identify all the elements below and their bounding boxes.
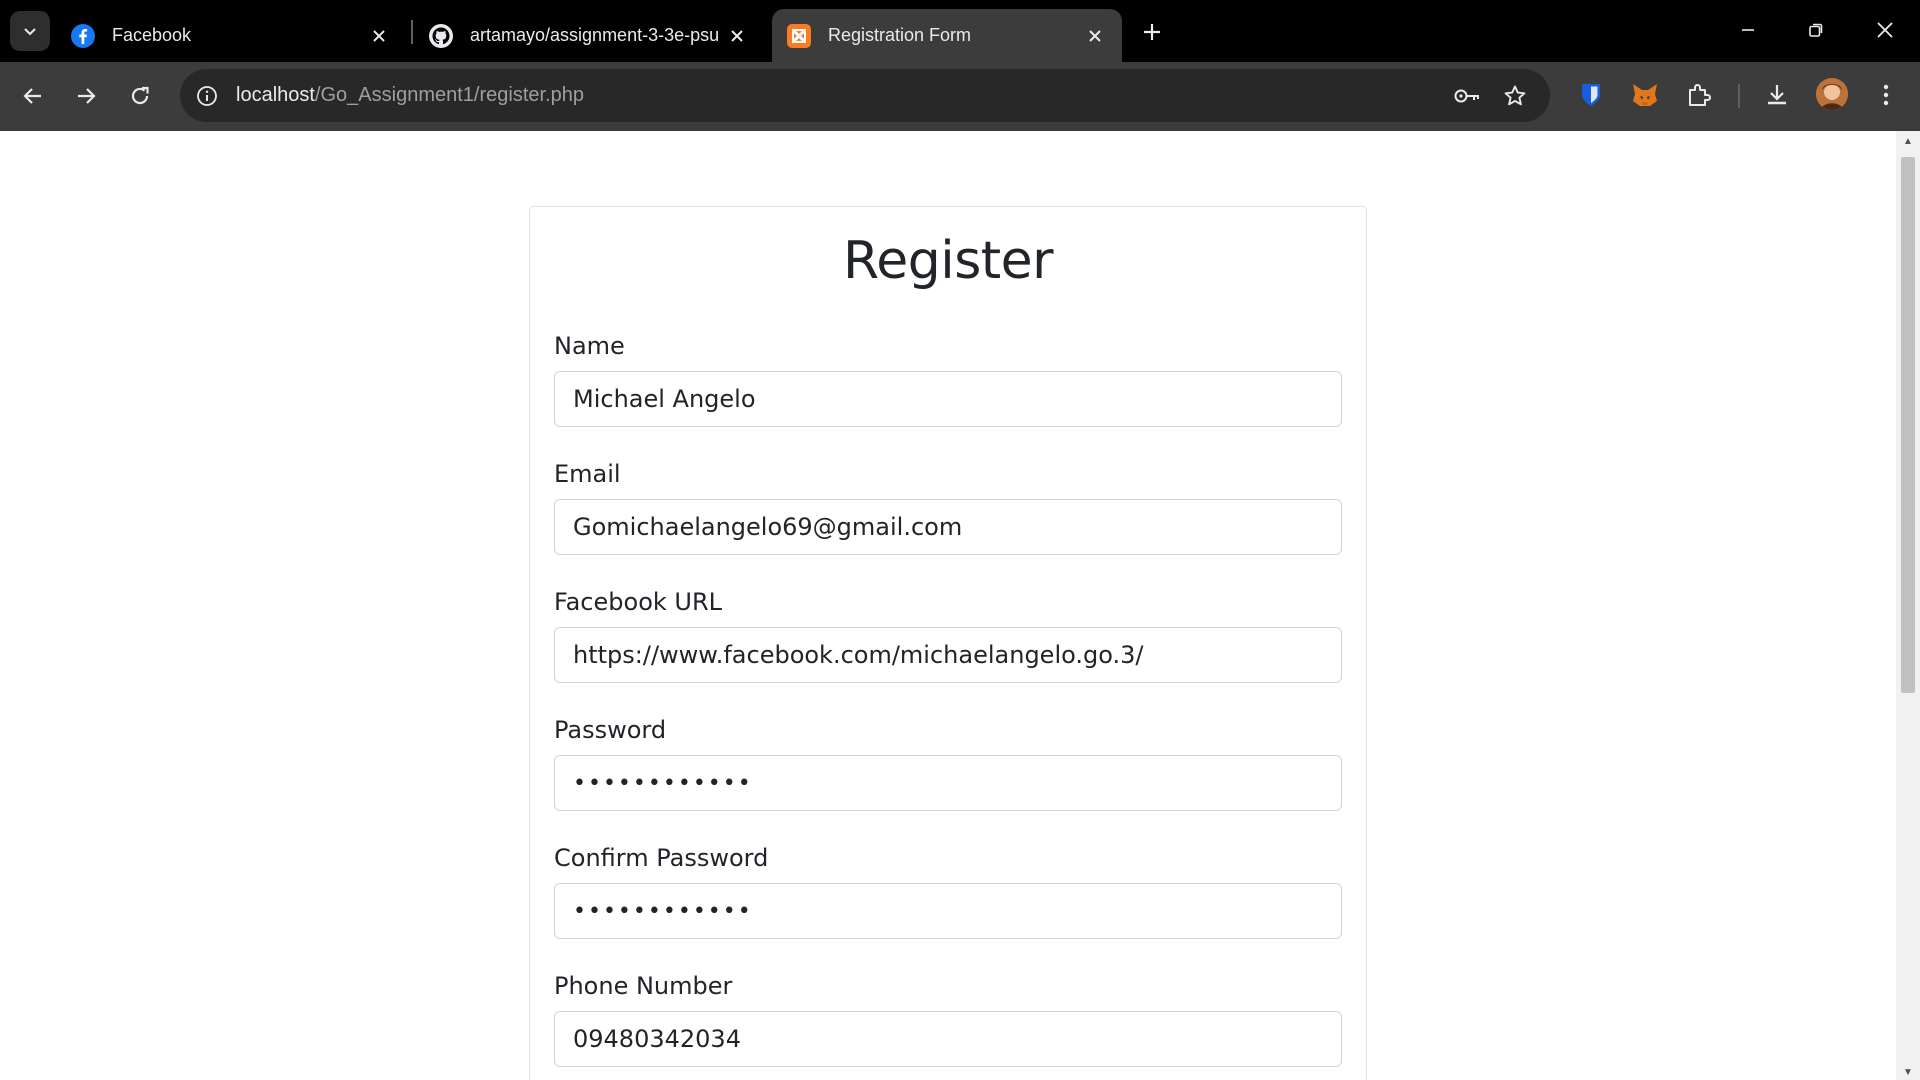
- password-label: Password: [554, 716, 667, 744]
- email-field: Email Gomichaelangelo69@gmail.com: [554, 459, 1342, 555]
- confirm-password-input[interactable]: ••••••••••••: [554, 883, 1342, 939]
- phone-number-label: Phone Number: [554, 972, 733, 1000]
- bitwarden-extension-icon[interactable]: [1572, 76, 1610, 114]
- close-icon[interactable]: [724, 23, 750, 49]
- url-path: /Go_Assignment1/register.php: [314, 84, 584, 106]
- new-tab-button[interactable]: [1134, 14, 1170, 50]
- plus-icon: [1144, 24, 1160, 40]
- tab-search-button[interactable]: [10, 11, 50, 51]
- reload-button[interactable]: [120, 76, 160, 116]
- confirm-password-field: Confirm Password ••••••••••••: [554, 843, 1342, 939]
- phone-number-field: Phone Number 09480342034: [554, 971, 1342, 1067]
- metamask-extension-icon[interactable]: [1626, 76, 1664, 114]
- arrow-left-icon: [23, 88, 41, 104]
- tab-github[interactable]: artamayo/assignment-3-3e-psu: [428, 9, 758, 62]
- arrow-right-icon: [78, 88, 96, 104]
- minimize-icon: [1742, 29, 1754, 31]
- reload-icon: [131, 86, 149, 105]
- profile-avatar[interactable]: [1816, 78, 1848, 110]
- close-window-button[interactable]: [1862, 10, 1908, 50]
- register-form-card: Register Name Michael Angelo Email Gomic…: [529, 206, 1367, 1080]
- menu-kebab-icon[interactable]: [1867, 76, 1905, 114]
- scroll-up-arrow-icon[interactable]: ▲: [1896, 131, 1920, 151]
- downloads-icon[interactable]: [1758, 76, 1796, 114]
- confirm-password-label: Confirm Password: [554, 844, 769, 872]
- password-input[interactable]: ••••••••••••: [554, 755, 1342, 811]
- scroll-down-arrow-icon[interactable]: ▼: [1896, 1062, 1920, 1080]
- facebook-url-label: Facebook URL: [554, 588, 723, 616]
- back-button[interactable]: [13, 76, 53, 116]
- page-viewport: Register Name Michael Angelo Email Gomic…: [0, 129, 1920, 1080]
- close-icon: [1877, 22, 1893, 38]
- name-label: Name: [554, 332, 625, 360]
- forward-button[interactable]: [66, 76, 106, 116]
- scroll-thumb[interactable]: [1901, 157, 1915, 693]
- phone-number-input[interactable]: 09480342034: [554, 1011, 1342, 1067]
- tab-title: Facebook: [112, 25, 192, 45]
- facebook-icon: [70, 23, 96, 49]
- facebook-url-input[interactable]: https://www.facebook.com/michaelangelo.g…: [554, 627, 1342, 683]
- restore-button[interactable]: [1793, 10, 1839, 50]
- password-key-icon[interactable]: [1452, 81, 1482, 111]
- github-icon: [428, 23, 454, 49]
- avatar-image: [1816, 78, 1848, 110]
- email-input[interactable]: Gomichaelangelo69@gmail.com: [554, 499, 1342, 555]
- close-icon[interactable]: [366, 23, 392, 49]
- email-label: Email: [554, 460, 621, 488]
- restore-icon: [1809, 23, 1823, 37]
- site-info-icon[interactable]: [192, 81, 222, 111]
- tab-facebook[interactable]: Facebook: [70, 9, 400, 62]
- browser-toolbar: localhost/Go_Assignment1/register.php: [0, 62, 1920, 129]
- chevron-down-icon: [24, 28, 36, 36]
- extensions-puzzle-icon[interactable]: [1680, 76, 1718, 114]
- address-bar[interactable]: localhost/Go_Assignment1/register.php: [180, 69, 1550, 122]
- url-text[interactable]: localhost/Go_Assignment1/register.php: [236, 84, 584, 107]
- close-icon[interactable]: [1082, 23, 1108, 49]
- name-input[interactable]: Michael Angelo: [554, 371, 1342, 427]
- minimize-button[interactable]: [1725, 10, 1771, 50]
- password-field: Password ••••••••••••: [554, 715, 1342, 811]
- bookmark-star-icon[interactable]: [1500, 81, 1530, 111]
- facebook-url-field: Facebook URL https://www.facebook.com/mi…: [554, 587, 1342, 683]
- tab-registration-form[interactable]: Registration Form: [772, 9, 1122, 62]
- xampp-icon: [786, 23, 812, 49]
- page-title: Register: [842, 231, 1054, 291]
- tab-title: Registration Form: [828, 25, 972, 45]
- name-field: Name Michael Angelo: [554, 331, 1342, 427]
- tab-strip: Facebook artamayo/assignment-3-3e-psu Re…: [0, 0, 1920, 62]
- vertical-scrollbar[interactable]: ▲ ▼: [1896, 131, 1920, 1080]
- url-host: localhost: [236, 84, 315, 106]
- tab-separator: [411, 20, 413, 44]
- tab-title: artamayo/assignment-3-3e-psu: [470, 25, 720, 45]
- toolbar-separator: [1738, 84, 1740, 108]
